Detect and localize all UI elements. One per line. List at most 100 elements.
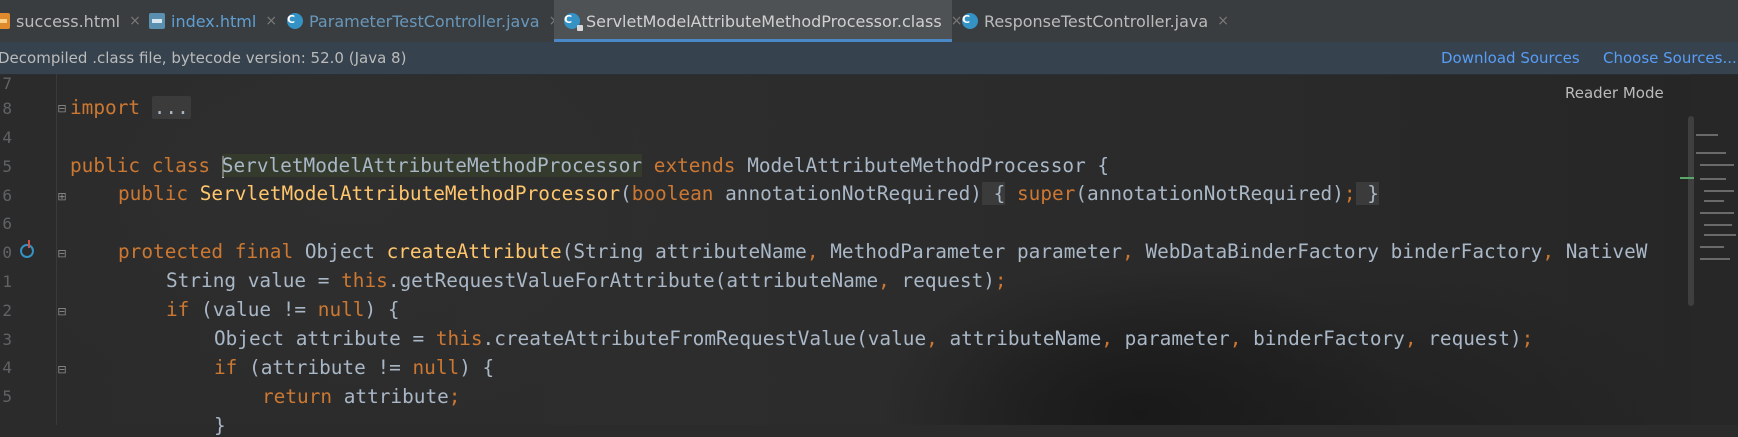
- banner-message: Decompiled .class file, bytecode version…: [0, 49, 407, 67]
- fold-marker-icon[interactable]: ⊞: [56, 191, 68, 203]
- minimap-line: [1696, 152, 1726, 154]
- code-text: request): [1416, 327, 1522, 350]
- minimap-line: [1696, 134, 1718, 136]
- choose-sources-link[interactable]: Choose Sources...: [1603, 49, 1737, 67]
- keyword: public: [118, 182, 189, 205]
- tab-parametertestcontroller[interactable]: C ParameterTestController.java ×: [287, 0, 560, 42]
- code-text: ) {: [364, 298, 400, 321]
- fold-marker-icon[interactable]: ⊟: [56, 306, 68, 318]
- code-text: (attribute !=: [237, 356, 413, 379]
- download-sources-link[interactable]: Download Sources: [1441, 49, 1580, 67]
- punctuation: ;: [1343, 182, 1356, 205]
- java-class-icon: C: [962, 13, 978, 29]
- line-number: 7: [2, 74, 12, 93]
- punctuation: ,: [926, 327, 938, 350]
- minimap-line: [1700, 246, 1724, 248]
- keyword: this: [435, 327, 483, 350]
- code-text: .getRequestValueForAttribute(attributeNa…: [387, 269, 879, 292]
- code-text: {: [981, 182, 1006, 205]
- code-line-constructor[interactable]: public ServletModelAttributeMethodProces…: [118, 182, 1379, 205]
- code-minimap[interactable]: [1690, 74, 1738, 425]
- code-line-method-decl[interactable]: protected final Object createAttribute(S…: [118, 240, 1647, 263]
- keyword: extends: [653, 154, 736, 177]
- code-text: (: [620, 182, 632, 205]
- code-text: .createAttributeFromRequestValue(value: [482, 327, 927, 350]
- code-line-body-2[interactable]: if (value != null) {: [166, 298, 400, 321]
- code-text: Object attribute =: [214, 327, 436, 350]
- code-line-import[interactable]: import ...: [70, 96, 191, 119]
- folded-imports[interactable]: ...: [151, 96, 191, 119]
- keyword: class: [151, 154, 211, 177]
- line-number: 5: [2, 387, 12, 406]
- tab-servletmodelattributemethodprocessor[interactable]: C ServletModelAttributeMethodProcessor.c…: [554, 0, 962, 42]
- tab-label: success.html: [16, 11, 121, 31]
- tab-success-html[interactable]: success.html ×: [0, 0, 141, 42]
- code-text: (annotationNotRequired): [1075, 182, 1344, 205]
- line-number: 8: [2, 99, 12, 118]
- code-line-body-3[interactable]: Object attribute = this.createAttributeF…: [214, 327, 1533, 350]
- superclass-name: ModelAttributeMethodProcessor {: [747, 154, 1110, 177]
- punctuation: ,: [1101, 327, 1113, 350]
- code-text: Object: [304, 240, 375, 263]
- close-icon[interactable]: ×: [1217, 13, 1229, 29]
- keyword: protected: [118, 240, 224, 263]
- line-number: 5: [2, 157, 12, 176]
- fold-marker-icon[interactable]: ⊟: [56, 364, 68, 376]
- code-text: (String attributeName: [561, 240, 807, 263]
- code-text: NativeW: [1554, 240, 1648, 263]
- tab-label: ServletModelAttributeMethodProcessor.cla…: [586, 11, 942, 31]
- punctuation: ;: [448, 385, 461, 408]
- code-text: }: [214, 414, 226, 437]
- minimap-line: [1700, 164, 1734, 166]
- punctuation: ;: [1521, 327, 1534, 350]
- code-line-body-5[interactable]: return attribute;: [262, 385, 460, 408]
- close-icon[interactable]: ×: [951, 13, 963, 29]
- minimap-line: [1704, 234, 1736, 236]
- keyword: null: [317, 298, 365, 321]
- line-number: 4: [2, 128, 12, 147]
- tab-responsetestcontroller[interactable]: C ResponseTestController.java ×: [962, 0, 1229, 42]
- method-name: ServletModelAttributeMethodProcessor: [199, 182, 621, 205]
- minimap-line: [1704, 190, 1734, 192]
- keyword: if: [214, 356, 238, 379]
- punctuation: ,: [1542, 240, 1555, 263]
- method-name: createAttribute: [386, 240, 562, 263]
- punctuation: ,: [806, 240, 819, 263]
- change-marker: [1680, 177, 1694, 179]
- compiled-class-icon: C: [564, 13, 583, 31]
- line-number: 2: [2, 301, 12, 320]
- vertical-scrollbar[interactable]: [1688, 116, 1694, 306]
- close-icon[interactable]: ×: [129, 13, 141, 29]
- keyword: this: [341, 269, 388, 292]
- code-line-body-4[interactable]: if (attribute != null) {: [214, 356, 494, 379]
- tab-index-html[interactable]: index.html ×: [149, 0, 277, 42]
- html-file-icon: [149, 13, 165, 29]
- overrides-method-icon[interactable]: [20, 240, 34, 258]
- minimap-line: [1704, 200, 1724, 202]
- punctuation: ;: [994, 269, 1007, 292]
- html-file-icon: [0, 13, 10, 29]
- tab-label: index.html: [171, 11, 257, 31]
- line-number: 3: [2, 330, 12, 349]
- reader-mode-toggle[interactable]: Reader Mode: [1565, 84, 1664, 102]
- close-icon[interactable]: ×: [265, 13, 277, 29]
- minimap-line: [1700, 178, 1726, 180]
- code-line-body-6[interactable]: }: [214, 414, 226, 437]
- keyword: return: [262, 385, 333, 408]
- minimap-line: [1700, 212, 1734, 214]
- code-text: attribute: [332, 385, 449, 408]
- editor-tab-bar: success.html × index.html × C ParameterT…: [0, 0, 1738, 43]
- decompiled-notice-banner: Decompiled .class file, bytecode version…: [0, 42, 1738, 75]
- punctuation: ,: [1122, 240, 1134, 263]
- code-text: annotationNotRequired): [713, 182, 982, 205]
- fold-marker-icon[interactable]: ⊟: [56, 248, 68, 260]
- fold-marker-icon[interactable]: ⊟: [56, 103, 68, 115]
- code-line-body-1[interactable]: String value = this.getRequestValueForAt…: [166, 269, 1007, 292]
- punctuation: ,: [878, 269, 890, 292]
- tab-label: ResponseTestController.java: [984, 11, 1209, 31]
- code-text: MethodParameter parameter: [818, 240, 1123, 263]
- keyword: import: [70, 96, 141, 119]
- minimap-line: [1700, 258, 1730, 260]
- code-line-class-decl[interactable]: public class ServletModelAttributeMethod…: [70, 154, 1109, 178]
- code-text: binderFactory: [1241, 327, 1405, 350]
